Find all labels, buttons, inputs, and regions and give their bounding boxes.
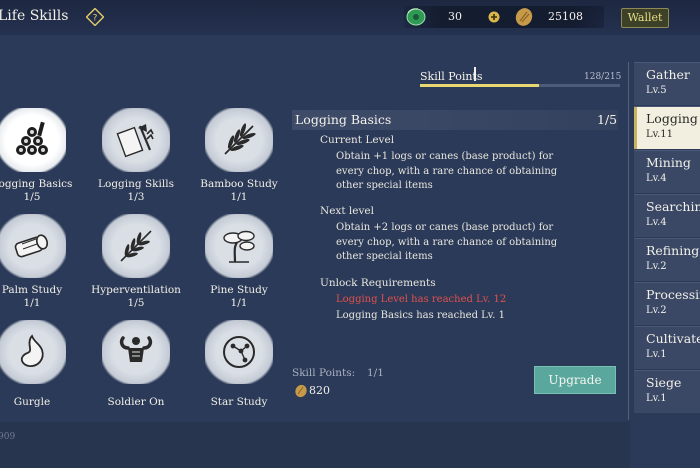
tab-level: Lv.4 xyxy=(646,173,667,184)
coin-count: 25108 xyxy=(548,10,583,23)
skill-level: 1/1 xyxy=(230,297,248,309)
tab-name: Siege xyxy=(646,375,682,390)
skill-level: 1/5 xyxy=(23,191,41,203)
skill-card-logging-skills[interactable]: Logging Skills 1/3 xyxy=(78,108,188,208)
tab-name: Processing xyxy=(646,287,700,302)
upgrade-cost: 820 xyxy=(309,384,330,397)
leaf-branch-icon xyxy=(120,230,152,262)
skill-icon-frame xyxy=(102,214,170,278)
skill-points-count: 128/215 xyxy=(584,72,622,82)
tab-gather[interactable]: Gather Lv.5 xyxy=(634,62,700,105)
skill-icon-frame xyxy=(0,320,66,384)
skill-card-gurgle[interactable]: Gurgle xyxy=(0,320,84,420)
jade-currency-icon xyxy=(406,8,426,26)
muscle-man-icon xyxy=(119,336,153,362)
axe-scroll-icon xyxy=(116,124,154,158)
copper-coin-icon xyxy=(295,384,307,398)
page-title: Life Skills xyxy=(0,8,69,24)
active-tab-indicator xyxy=(634,107,637,149)
tab-name: Gather xyxy=(646,67,690,82)
svg-text:?: ? xyxy=(93,14,98,24)
current-level-description: Obtain +1 logs or canes (base product) f… xyxy=(336,151,558,191)
copper-coin-icon xyxy=(515,8,533,26)
tab-name: Searching xyxy=(646,199,700,214)
skill-name: Soldier On xyxy=(107,396,165,408)
upgrade-button[interactable]: Upgrade xyxy=(534,366,616,394)
skill-card-bamboo-study[interactable]: Bamboo Study 1/1 xyxy=(181,108,291,208)
skill-name: Logging Skills xyxy=(98,178,174,190)
skill-level: 1/3 xyxy=(127,191,145,203)
skill-name: Hyperventilation xyxy=(91,284,181,296)
skill-card-logging-basics[interactable]: Logging Basics 1/5 xyxy=(0,108,84,208)
skill-card-soldier-on[interactable]: Soldier On xyxy=(78,320,188,420)
skill-icon-frame xyxy=(0,214,66,278)
tab-siege[interactable]: Siege Lv.1 xyxy=(634,370,700,413)
tabs-divider xyxy=(628,62,629,420)
skill-points-progress-track xyxy=(420,84,620,87)
skill-icon-frame xyxy=(102,108,170,172)
skill-card-pine-study[interactable]: Pine Study 1/1 xyxy=(181,214,291,314)
skill-icon-frame xyxy=(205,108,273,172)
tab-level: Lv.2 xyxy=(646,305,667,316)
tab-cultivate[interactable]: Cultivate Lv.1 xyxy=(634,326,700,369)
tab-refining[interactable]: Refining Lv.2 xyxy=(634,238,700,281)
skill-card-star-study[interactable]: Star Study xyxy=(181,320,291,420)
log-pile-icon xyxy=(16,121,48,155)
skill-name: Pine Study xyxy=(210,284,268,296)
skill-points-cost-value: 1/1 xyxy=(367,367,384,379)
unlock-requirements-heading: Unlock Requirements xyxy=(320,277,436,289)
skill-icon-frame xyxy=(205,214,273,278)
next-level-heading: Next level xyxy=(320,205,374,217)
tab-logging[interactable]: Logging Lv.11 xyxy=(634,106,700,149)
skill-level: 1/1 xyxy=(230,191,248,203)
skill-points-progress-fill xyxy=(420,84,540,87)
tab-name: Logging xyxy=(646,111,698,126)
skill-points-cost-label: Skill Points: xyxy=(292,367,356,379)
tab-level: Lv.1 xyxy=(646,349,667,360)
stomach-icon xyxy=(20,334,44,367)
skill-level: 1/1 xyxy=(23,297,41,309)
footer-number: 909 xyxy=(0,432,16,442)
tab-mining[interactable]: Mining Lv.4 xyxy=(634,150,700,193)
star-circle-icon xyxy=(223,336,255,368)
tab-level: Lv.2 xyxy=(646,261,667,272)
unlock-requirement-met: Logging Basics has reached Lv. 1 xyxy=(336,310,505,321)
skill-name: Gurgle xyxy=(13,396,51,408)
palm-log-icon xyxy=(14,234,49,258)
text-caret xyxy=(474,67,476,81)
wallet-button[interactable]: Wallet xyxy=(621,8,669,28)
next-level-description: Obtain +2 logs or canes (base product) f… xyxy=(336,222,558,262)
skill-card-palm-study[interactable]: Palm Study 1/1 xyxy=(0,214,84,314)
jade-count: 30 xyxy=(448,10,462,23)
tab-name: Refining xyxy=(646,243,700,258)
skill-name: Logging Basics xyxy=(0,178,73,190)
tab-level: Lv.1 xyxy=(646,393,667,404)
help-icon[interactable]: ? xyxy=(86,8,104,26)
bamboo-leaf-icon xyxy=(224,123,256,155)
skill-name: Palm Study xyxy=(1,284,63,296)
current-level-heading: Current Level xyxy=(320,134,395,146)
tab-level: Lv.5 xyxy=(646,85,667,96)
skill-icon-frame xyxy=(205,320,273,384)
detail-title: Logging Basics xyxy=(295,112,392,127)
add-currency-icon[interactable] xyxy=(488,11,500,23)
unlock-requirement-unmet: Logging Level has reached Lv. 12 xyxy=(336,294,507,305)
skill-level: 1/5 xyxy=(127,297,145,309)
tab-processing[interactable]: Processing Lv.2 xyxy=(634,282,700,325)
pine-tree-icon xyxy=(223,230,255,263)
detail-level: 1/5 xyxy=(597,112,618,127)
skill-name: Star Study xyxy=(210,396,268,408)
tab-searching[interactable]: Searching Lv.4 xyxy=(634,194,700,237)
tab-name: Mining xyxy=(646,155,691,170)
tab-level: Lv.4 xyxy=(646,217,667,228)
skill-card-hyperventilation[interactable]: Hyperventilation 1/5 xyxy=(78,214,188,314)
skill-icon-frame xyxy=(102,320,170,384)
tab-level: Lv.11 xyxy=(646,129,674,140)
skill-icon-frame xyxy=(0,108,66,172)
tab-name: Cultivate xyxy=(646,331,700,346)
bottom-strip xyxy=(0,422,630,468)
skill-name: Bamboo Study xyxy=(200,178,278,190)
